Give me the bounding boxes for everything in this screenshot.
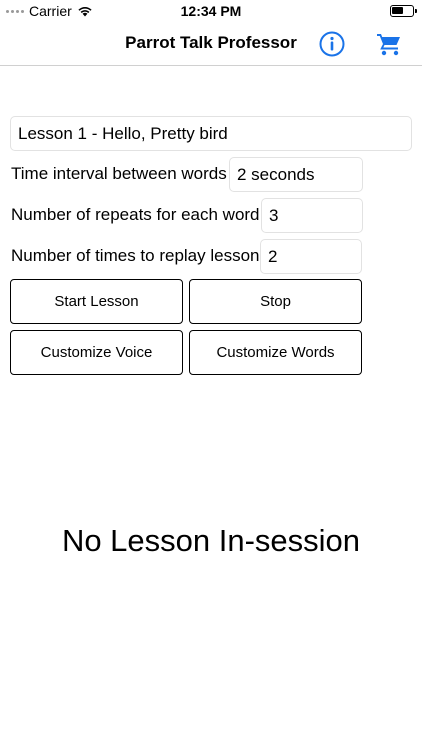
lesson-picker[interactable]: Lesson 1 - Hello, Pretty bird — [10, 116, 412, 151]
replays-field[interactable]: 2 — [260, 239, 362, 274]
repeats-field[interactable]: 3 — [261, 198, 363, 233]
interval-label: Time interval between words — [11, 164, 227, 183]
replays-label: Number of times to replay lesson — [11, 246, 260, 265]
battery-level — [392, 7, 403, 14]
customize-voice-button[interactable]: Customize Voice — [10, 330, 183, 375]
status-bar: Carrier 12:34 PM — [0, 0, 422, 22]
status-time: 12:34 PM — [180, 3, 242, 19]
info-icon[interactable] — [319, 31, 345, 57]
customize-words-button[interactable]: Customize Words — [189, 330, 362, 375]
repeats-label: Number of repeats for each word — [11, 205, 260, 224]
app-title: Parrot Talk Professor — [125, 33, 297, 52]
session-status-message: No Lesson In-session — [61, 523, 361, 558]
start-lesson-button[interactable]: Start Lesson — [10, 279, 183, 324]
stop-button[interactable]: Stop — [189, 279, 362, 324]
navigation-bar: Parrot Talk Professor — [0, 22, 422, 66]
interval-field[interactable]: 2 seconds — [229, 157, 363, 192]
battery-icon — [390, 5, 417, 17]
cart-icon[interactable] — [376, 32, 402, 56]
